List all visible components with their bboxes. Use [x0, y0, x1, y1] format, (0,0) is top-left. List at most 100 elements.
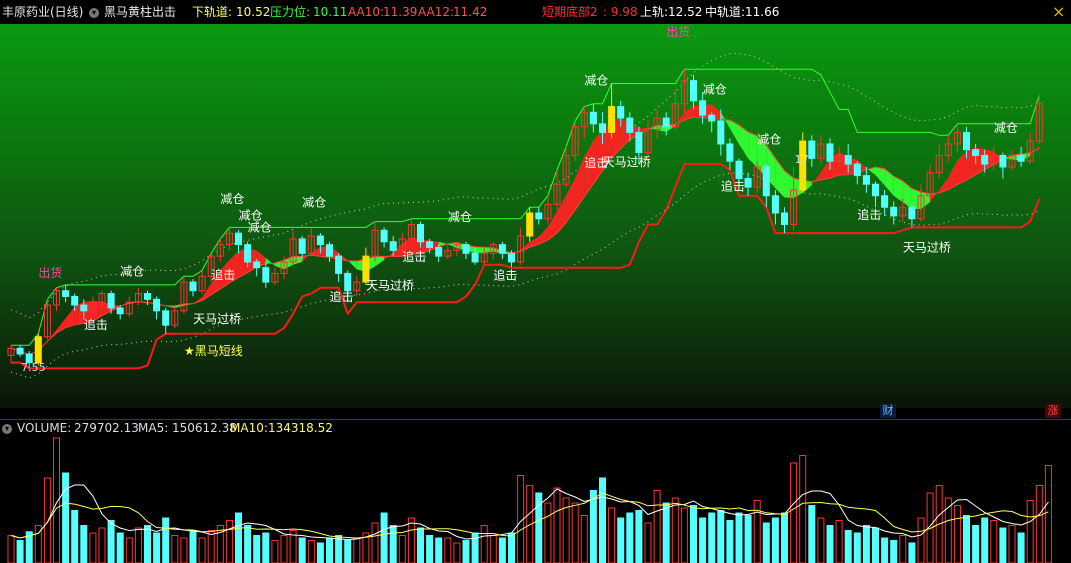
candle-body: [762, 166, 770, 197]
candle-body: [844, 154, 852, 165]
volume-bar: [426, 535, 434, 563]
volume-bar: [253, 535, 261, 563]
ma10-value: 134318.52: [268, 421, 333, 435]
candle-body: [1017, 154, 1025, 162]
volume-bar: [225, 520, 233, 563]
trend-ribbon-segment: [820, 158, 830, 180]
volume-bar: [417, 527, 424, 563]
close-icon[interactable]: ×: [1052, 0, 1065, 24]
volume-bar: [981, 517, 989, 563]
candle-body: [16, 347, 24, 355]
bottom-value: : 9.98: [603, 5, 638, 19]
candle-body: [872, 183, 879, 197]
volume-bar: [43, 477, 51, 563]
signal-annotation: 追击: [402, 249, 426, 264]
volume-chart: [7, 437, 1052, 563]
aa10-label: AA10:: [348, 5, 385, 19]
signal-annotation: 减仓: [302, 196, 326, 210]
volume-bar: [171, 535, 179, 563]
candle-body: [435, 247, 443, 257]
candle-body: [380, 229, 388, 243]
volume-bar: [398, 535, 406, 563]
trend-ribbon-segment: [265, 257, 275, 266]
candle-body: [744, 177, 752, 188]
signal-annotation: 天马过桥: [366, 279, 414, 293]
volume-bar: [389, 525, 397, 563]
signal-annotation: 追击: [857, 207, 881, 222]
volume-bar: [326, 537, 333, 563]
trend-ribbon-segment: [475, 246, 485, 254]
volume-bar: [298, 537, 306, 563]
volume-bar: [380, 512, 388, 563]
volume-bar: [781, 512, 788, 563]
candle-body: [726, 143, 734, 162]
signal-annotation: 出货: [666, 24, 690, 39]
volume-bar: [16, 540, 24, 563]
volume-bar: [407, 517, 415, 563]
pressure-label: 压力位:: [270, 5, 311, 19]
indicator-dropdown-icon[interactable]: ▾: [89, 0, 99, 24]
candle-body: [316, 235, 324, 246]
trend-ribbon-segment: [375, 256, 385, 267]
volume-bar: [872, 527, 879, 563]
signal-annotation: 追击: [721, 179, 745, 194]
volume-bar: [134, 527, 142, 563]
candle-body: [262, 267, 270, 283]
candle-body: [535, 212, 543, 220]
volume-bar: [453, 542, 461, 563]
signal-annotation: 减仓: [248, 220, 272, 234]
volume-bar: [699, 517, 707, 563]
vol-label: VOLUME:: [17, 421, 72, 435]
finance-badge[interactable]: 财: [880, 404, 896, 418]
ma5-value: 150612.38: [172, 421, 237, 435]
candle-body: [426, 241, 434, 249]
candle-body: [298, 238, 306, 254]
candle-body: [462, 244, 470, 254]
trend-ribbon-segment: [293, 256, 303, 265]
candle-body: [107, 293, 115, 309]
aa12-label: AA12:: [418, 5, 455, 19]
volume-bar: [862, 525, 870, 563]
candle-body: [972, 149, 980, 156]
volume-dropdown-icon[interactable]: ▾: [2, 420, 12, 436]
volume-bar: [480, 525, 488, 563]
volume-bar: [1008, 525, 1016, 563]
trend-ribbon-segment: [748, 131, 758, 168]
volume-bar: [589, 490, 597, 563]
volume-bar: [790, 462, 798, 563]
candle-body: [526, 212, 534, 237]
trend-ribbon-segment: [921, 191, 931, 209]
candle-body: [626, 117, 634, 133]
volume-bar: [726, 520, 734, 563]
candle-body: [881, 195, 889, 208]
candle-body: [71, 295, 79, 306]
volume-bar: [1026, 500, 1034, 563]
candle-body: [153, 298, 161, 312]
volume-bar: [262, 532, 270, 563]
volume-bar: [444, 537, 452, 563]
volume-bar: [908, 542, 916, 563]
volume-bar: [280, 535, 288, 563]
aa10-value: 11.39: [383, 5, 418, 19]
trend-ribbon-segment: [811, 171, 821, 186]
volume-bar: [162, 517, 170, 563]
volume-bar: [1035, 485, 1043, 563]
volume-bar: [744, 515, 752, 563]
volume-bar: [899, 535, 907, 563]
candle-body: [781, 212, 788, 226]
volume-bar: [353, 537, 361, 563]
signal-annotation: 追击: [493, 268, 517, 283]
signal-annotation: 出货: [38, 265, 62, 280]
volume-bar: [853, 532, 861, 563]
volume-bar: [198, 537, 206, 563]
candle-body: [862, 175, 870, 185]
volume-bar: [653, 490, 661, 563]
volume-bar: [153, 532, 161, 563]
volume-bar: [371, 522, 379, 563]
signal-annotation: 减仓: [584, 74, 608, 88]
volume-bar: [71, 510, 79, 563]
candle-body: [826, 143, 834, 162]
candle-body: [735, 160, 743, 179]
rise-badge[interactable]: 涨: [1045, 404, 1061, 418]
volume-bar: [690, 505, 697, 563]
